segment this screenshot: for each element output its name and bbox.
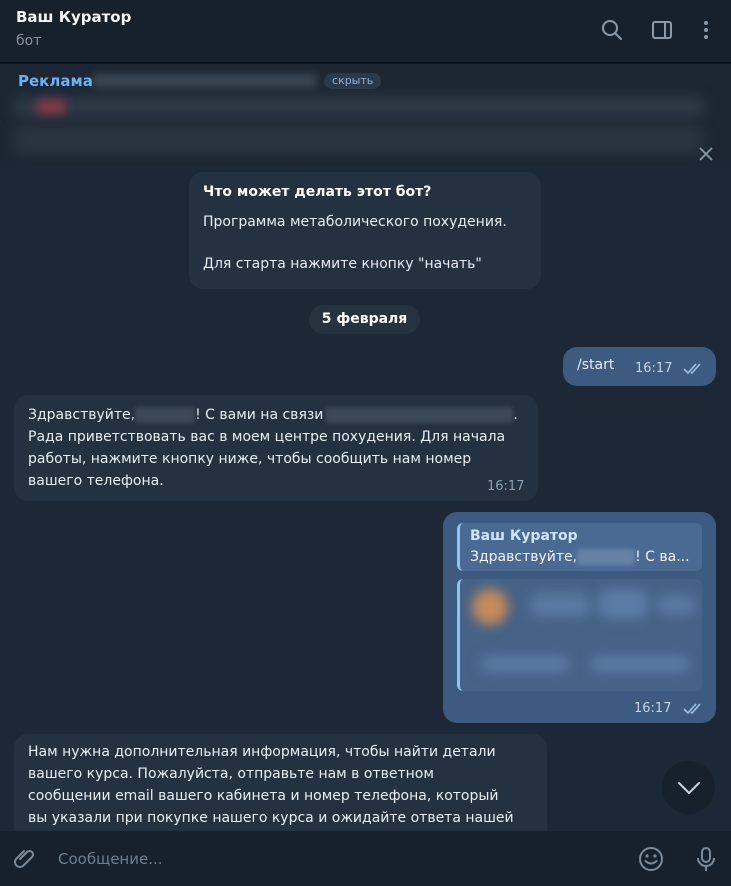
- blurred-ad-line: [14, 96, 704, 118]
- blurred-ad-title: [92, 74, 317, 88]
- hide-ad-button[interactable]: скрыть: [324, 73, 382, 89]
- chat-header: Ваш Куратор бот: [0, 0, 731, 63]
- bot-description-card: Что может делать этот бот? Программа мет…: [189, 172, 541, 289]
- outgoing-message[interactable]: Ваш Куратор Здравствуйте,! С ва... 16:17: [443, 512, 716, 723]
- bot-description-text: Для старта нажмите кнопку "начать": [203, 256, 482, 272]
- message-text: Здравствуйте, ! С вами на связи. Рада при…: [28, 404, 518, 492]
- sponsored-banner[interactable]: Реклама скрыть: [0, 64, 731, 164]
- message-text-part: работы, нажмите кнопку ниже, чтобы сообщ…: [28, 451, 472, 467]
- date-separator: 5 февраля: [309, 305, 420, 334]
- blurred-name: [325, 407, 514, 423]
- message-text-part: Здравствуйте,: [28, 407, 136, 423]
- blurred-avatar: [472, 589, 508, 625]
- bot-description-title: Что может делать этот бот?: [203, 184, 432, 200]
- message-time: 16:17: [635, 361, 673, 376]
- ad-label: Реклама: [18, 72, 93, 90]
- blurred-name: [135, 407, 196, 423]
- message-line: вы указали при покупке нашего курса и ож…: [28, 810, 514, 826]
- message-text: Нам нужна дополнительная информация, что…: [28, 741, 514, 829]
- message-line: Нам нужна дополнительная информация, что…: [28, 744, 496, 760]
- sidebar-toggle-icon[interactable]: [648, 16, 676, 44]
- blurred-ad-line: [14, 126, 704, 154]
- message-text: /start: [577, 357, 615, 373]
- message-text-part: ! С вами на связи: [195, 407, 324, 423]
- message-time: 16:17: [634, 701, 672, 716]
- incoming-message[interactable]: Здравствуйте, ! С вами на связи. Рада при…: [14, 395, 538, 501]
- message-list[interactable]: Что может делать этот бот? Программа мет…: [0, 164, 731, 831]
- microphone-icon[interactable]: [692, 845, 720, 873]
- message-line: сообщении email вашего кабинета и номер …: [28, 788, 499, 804]
- message-text-part: .: [513, 407, 518, 423]
- message-composer: [0, 831, 731, 886]
- read-checkmarks-icon: [683, 703, 701, 715]
- reply-snippet: Здравствуйте,! С ва...: [470, 549, 690, 565]
- more-vertical-icon[interactable]: [692, 16, 720, 44]
- close-icon[interactable]: [694, 142, 718, 166]
- bot-description-text: Программа метаболического похудения.: [203, 214, 507, 230]
- message-line: вашего курса. Пожалуйста, отправьте нам …: [28, 766, 434, 782]
- message-time: 16:17: [487, 479, 525, 494]
- incoming-message[interactable]: Нам нужна дополнительная информация, что…: [14, 734, 547, 831]
- emoji-icon[interactable]: [637, 845, 665, 873]
- chat-subtitle: бот: [16, 33, 42, 49]
- chat-title[interactable]: Ваш Куратор: [16, 8, 131, 26]
- outgoing-message[interactable]: /start 16:17: [563, 347, 716, 386]
- reply-quote[interactable]: Ваш Куратор Здравствуйте,! С ва...: [457, 523, 702, 571]
- search-icon[interactable]: [598, 16, 626, 44]
- attach-icon[interactable]: [10, 845, 38, 873]
- shared-contact-card[interactable]: [457, 579, 702, 691]
- message-input[interactable]: [58, 845, 618, 873]
- read-checkmarks-icon: [683, 363, 701, 375]
- reply-author: Ваш Куратор: [470, 528, 578, 544]
- chevron-down-icon: [677, 781, 700, 794]
- message-text-part: вашего телефона.: [28, 473, 164, 489]
- blurred-ad-image: [36, 100, 66, 114]
- message-text-part: Рада приветствовать вас в моем центре по…: [28, 429, 506, 445]
- scroll-to-bottom-button[interactable]: [662, 761, 715, 814]
